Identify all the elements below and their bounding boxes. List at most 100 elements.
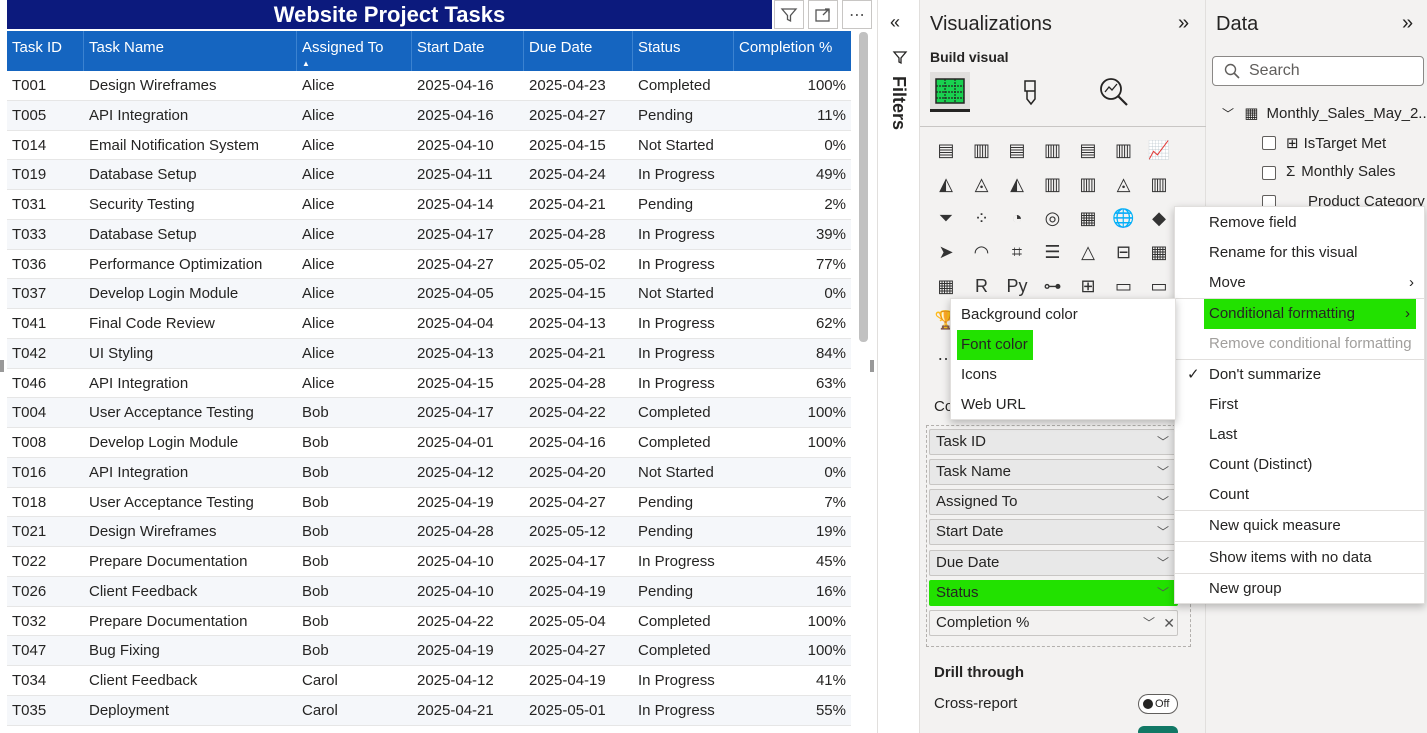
table-row[interactable]: T018 User Acceptance Testing Bob 2025-04-19… bbox=[7, 488, 851, 518]
table-row[interactable]: T047 Bug Fixing Bob 2025-04-19 2025-04-27 Com… bbox=[7, 636, 851, 666]
submenu-item-background-color[interactable]: Background color bbox=[951, 300, 1175, 330]
field-well-item[interactable]: Start Date ﹀ bbox=[929, 519, 1178, 545]
area-chart-icon[interactable]: ◭ bbox=[932, 170, 960, 198]
gauge-icon[interactable]: ◠ bbox=[968, 238, 996, 266]
submenu-item-font-color[interactable]: Font color bbox=[957, 330, 1033, 360]
map-icon[interactable]: 🌐 bbox=[1110, 204, 1138, 232]
table-row[interactable]: T041 Final Code Review Alice 2025-04-04 2025… bbox=[7, 309, 851, 339]
100-percent-column-chart-icon[interactable]: ▥ bbox=[1110, 136, 1138, 164]
table-row[interactable]: T042 UI Styling Alice 2025-04-13 2025-04-21 I… bbox=[7, 338, 851, 369]
table-row[interactable]: T026 Client Feedback Bob 2025-04-10 2025-04-… bbox=[7, 576, 851, 607]
analytics-magnifier-icon[interactable] bbox=[1094, 72, 1134, 112]
table-row[interactable]: T035 Deployment Carol 2025-04-21 2025-05-01 I… bbox=[7, 695, 851, 726]
stacked-area-chart-icon[interactable]: ◬ bbox=[968, 170, 996, 198]
multi-row-card-icon[interactable]: ☰ bbox=[1039, 238, 1067, 266]
menu-item-show-items-no-data[interactable]: Show items with no data bbox=[1175, 543, 1424, 573]
menu-item-count-distinct[interactable]: Count (Distinct) bbox=[1175, 450, 1424, 480]
table-row[interactable]: T022 Prepare Documentation Bob 2025-04-10 20… bbox=[7, 547, 851, 577]
focus-mode-icon[interactable] bbox=[808, 0, 838, 29]
treemap-icon[interactable]: ▦ bbox=[1074, 204, 1102, 232]
resize-handle[interactable] bbox=[0, 360, 4, 372]
card-icon[interactable]: ⌗ bbox=[1003, 238, 1031, 266]
filled-map-icon[interactable]: ◆ bbox=[1145, 204, 1173, 232]
column-header[interactable]: Start Date bbox=[412, 31, 524, 71]
menu-item-new-quick-measure[interactable]: New quick measure bbox=[1175, 511, 1424, 541]
keep-filters-toggle[interactable] bbox=[1138, 726, 1178, 733]
field-item[interactable]: Σ Monthly Sales bbox=[1286, 163, 1396, 180]
line-stacked-column-chart-icon[interactable]: ▥ bbox=[1074, 170, 1102, 198]
search-input[interactable]: Search bbox=[1212, 56, 1424, 86]
menu-item-remove-field[interactable]: Remove field bbox=[1175, 208, 1424, 238]
chevron-down-icon[interactable]: ﹀ bbox=[1157, 490, 1169, 514]
kpi-icon[interactable]: △ bbox=[1074, 238, 1102, 266]
chevron-down-icon[interactable]: ﹀ bbox=[1157, 581, 1169, 605]
100-percent-bar-chart-icon[interactable]: ▤ bbox=[1074, 136, 1102, 164]
menu-item-last[interactable]: Last bbox=[1175, 420, 1424, 450]
menu-item-rename[interactable]: Rename for this visual bbox=[1175, 238, 1424, 268]
resize-handle[interactable] bbox=[870, 360, 874, 372]
column-header-sorted[interactable]: Assigned To ▲ bbox=[297, 31, 412, 71]
python-visual-icon[interactable]: Py bbox=[1003, 272, 1031, 300]
stacked-column-chart-icon[interactable]: ▥ bbox=[968, 136, 996, 164]
chevron-down-icon[interactable]: ﹀ bbox=[1143, 611, 1155, 635]
field-well-item-status[interactable]: Status ﹀ bbox=[929, 580, 1178, 606]
submenu-item-web-url[interactable]: Web URL bbox=[951, 390, 1175, 420]
clustered-column-chart-icon[interactable]: ▥ bbox=[1039, 136, 1067, 164]
table-row[interactable]: T033 Database Setup Alice 2025-04-17 2025-04… bbox=[7, 219, 851, 250]
pie-chart-icon[interactable]: ◔ bbox=[1003, 204, 1031, 232]
table-row[interactable]: T032 Prepare Documentation Bob 2025-04-22 20… bbox=[7, 607, 851, 637]
matrix-icon[interactable]: ▦ bbox=[932, 272, 960, 300]
table-row[interactable]: T031 Security Testing Alice 2025-04-14 2025-… bbox=[7, 190, 851, 220]
chevron-down-icon[interactable]: ﹀ bbox=[1157, 430, 1169, 454]
table-row[interactable]: T036 Performance Optimization Alice 2025-04… bbox=[7, 250, 851, 280]
scatter-chart-icon[interactable]: ⁘ bbox=[968, 204, 996, 232]
chevron-down-icon[interactable]: ﹀ bbox=[1222, 107, 1234, 121]
chevron-down-icon[interactable]: ﹀ bbox=[1157, 460, 1169, 484]
vertical-scrollbar[interactable] bbox=[859, 32, 868, 342]
menu-item-move[interactable]: Move › bbox=[1175, 268, 1424, 298]
field-well-item[interactable]: Completion % ﹀ ✕ bbox=[929, 610, 1178, 636]
qa-icon[interactable]: ▭ bbox=[1110, 272, 1138, 300]
column-header[interactable]: Due Date bbox=[524, 31, 633, 71]
expand-icon[interactable]: » bbox=[1178, 12, 1189, 35]
azure-map-icon[interactable]: ➤ bbox=[932, 238, 960, 266]
clustered-bar-chart-icon[interactable]: ▤ bbox=[1003, 136, 1031, 164]
menu-item-dont-summarize[interactable]: ✓ Don't summarize bbox=[1175, 360, 1424, 390]
expand-icon[interactable]: » bbox=[1402, 12, 1413, 35]
filters-pane-title[interactable]: Filters bbox=[888, 76, 909, 130]
table-icon[interactable]: ▦ bbox=[1145, 238, 1173, 266]
table-build-icon[interactable] bbox=[930, 72, 970, 112]
key-influencers-icon[interactable]: ⊶ bbox=[1039, 272, 1067, 300]
column-header[interactable]: Status bbox=[633, 31, 734, 71]
table-row[interactable]: T001 Design Wireframes Alice 2025-04-16 2025… bbox=[7, 71, 851, 101]
chevron-down-icon[interactable]: ﹀ bbox=[1157, 520, 1169, 544]
donut-chart-icon[interactable]: ◎ bbox=[1039, 204, 1067, 232]
field-checkbox[interactable] bbox=[1262, 136, 1276, 150]
table-row[interactable]: T014 Email Notification System Alice 2025-0… bbox=[7, 131, 851, 161]
field-well-item[interactable]: Assigned To ﹀ bbox=[929, 489, 1178, 515]
table-row[interactable]: T019 Database Setup Alice 2025-04-11 2025-04… bbox=[7, 160, 851, 190]
submenu-item-icons[interactable]: Icons bbox=[951, 360, 1175, 390]
filter-icon[interactable] bbox=[774, 0, 804, 29]
menu-item-first[interactable]: First bbox=[1175, 390, 1424, 420]
decomposition-tree-icon[interactable]: ⊞ bbox=[1074, 272, 1102, 300]
field-item[interactable]: ⊞ IsTarget Met bbox=[1286, 134, 1386, 152]
ribbon-icon[interactable]: ▥ bbox=[1145, 170, 1173, 198]
field-well-item[interactable]: Task Name ﹀ bbox=[929, 459, 1178, 485]
menu-item-remove-conditional-formatting[interactable]: Remove conditional formatting bbox=[1175, 329, 1424, 359]
table-row[interactable]: T004 User Acceptance Testing Bob 2025-04-17… bbox=[7, 398, 851, 428]
table-row[interactable]: T005 API Integration Alice 2025-04-16 2025-0… bbox=[7, 100, 851, 131]
chevron-down-icon[interactable]: ﹀ bbox=[1157, 551, 1169, 575]
column-header[interactable]: Completion % bbox=[734, 31, 851, 71]
remove-field-icon[interactable]: ✕ bbox=[1163, 611, 1175, 635]
menu-item-count[interactable]: Count bbox=[1175, 480, 1424, 510]
table-row[interactable]: T046 API Integration Alice 2025-04-15 2025-0… bbox=[7, 369, 851, 399]
table-tree-node[interactable]: ﹀ ▦ Monthly_Sales_May_2... bbox=[1222, 104, 1427, 122]
ribbon-chart-icon[interactable]: ◭ bbox=[1003, 170, 1031, 198]
slicer-icon[interactable]: ⊟ bbox=[1110, 238, 1138, 266]
table-visual[interactable]: Task ID Task Name Assigned To ▲ Start Da… bbox=[7, 31, 851, 731]
table-row[interactable]: T021 Design Wireframes Bob 2025-04-28 2025-0… bbox=[7, 517, 851, 547]
line-chart-icon[interactable]: 📈 bbox=[1145, 136, 1173, 164]
table-row[interactable]: T008 Develop Login Module Bob 2025-04-01 202… bbox=[7, 428, 851, 458]
column-header[interactable]: Task ID bbox=[7, 31, 84, 71]
